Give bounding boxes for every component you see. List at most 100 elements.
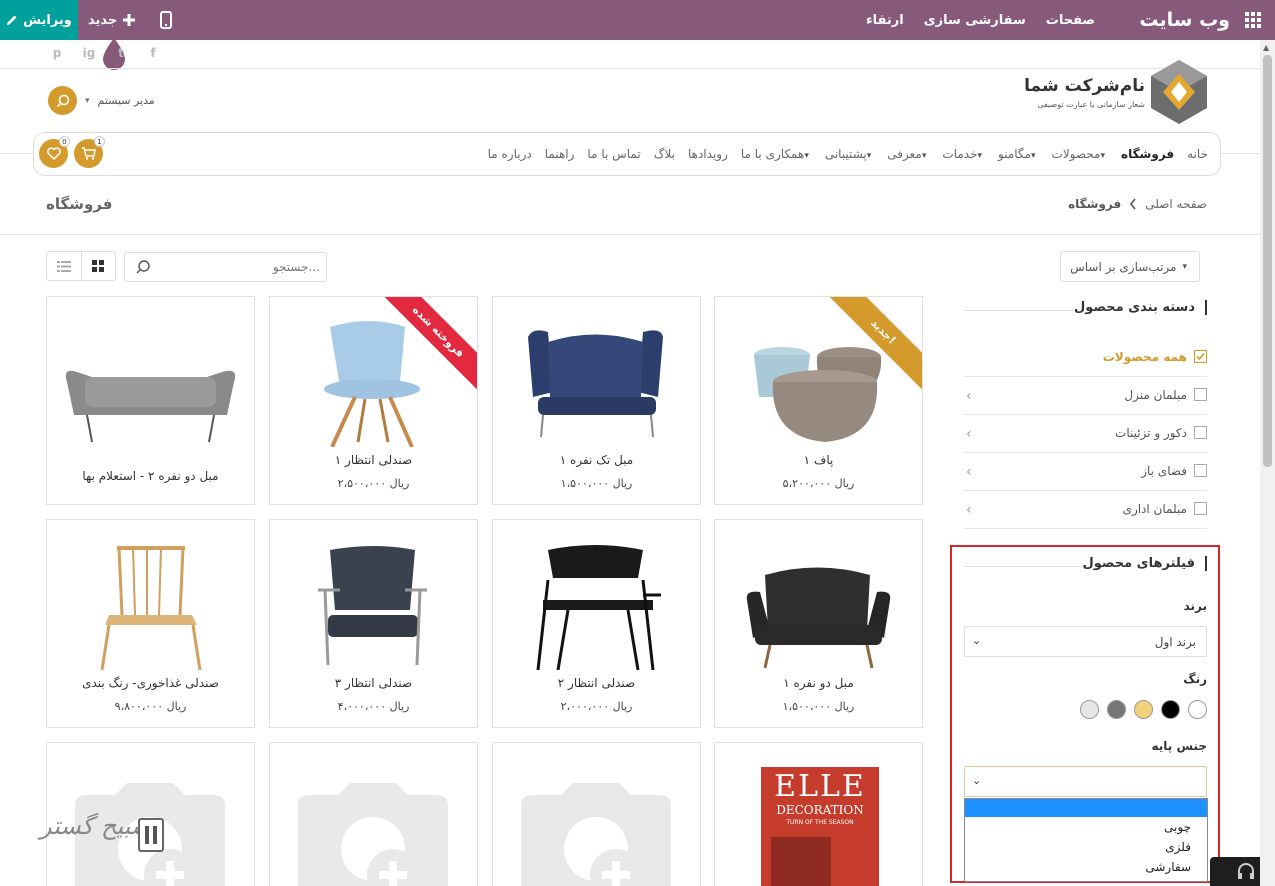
product-name[interactable]: مبل تک نفره ۱ (493, 453, 700, 467)
nav-support[interactable]: پشتیبانی (825, 147, 874, 161)
product-card[interactable]: مبل دو نفره ۱ ۱،۵۰۰،۰۰۰ ریال (714, 519, 923, 728)
nav-careers[interactable]: همکاری با ما (741, 147, 812, 161)
category-checkbox[interactable] (1194, 502, 1207, 515)
scrollbar-thumb[interactable] (1263, 55, 1272, 467)
category-checkbox[interactable] (1194, 426, 1207, 439)
nav-contact[interactable]: تماس با ما (587, 147, 640, 161)
twitter-icon[interactable]: t (114, 46, 128, 60)
nav-intro[interactable]: معرفی (887, 147, 929, 161)
color-swatch[interactable] (1161, 700, 1180, 719)
nav-blog[interactable]: بلاگ (654, 147, 675, 161)
company-logo[interactable]: نام‌شرکت شما شعار سازمانی یا عبارت توصیف… (1024, 60, 1207, 124)
category-item[interactable]: همه محصولات (964, 339, 1207, 377)
color-label: رنگ (1183, 672, 1207, 686)
cart-button[interactable]: 1 (74, 136, 105, 168)
product-card[interactable]: صندلی غذاخوری- رنگ بندی ۹،۸۰۰،۰۰۰ ریال (46, 519, 255, 728)
search-icon[interactable] (135, 259, 151, 275)
product-card[interactable]: جدید! پاف ۱ ۵،۲۰۰،۰۰۰ ریال (714, 296, 923, 505)
menu-upgrade[interactable]: ارتقاء (866, 13, 904, 28)
chevron-left-icon[interactable]: ‹ (966, 426, 972, 442)
product-name[interactable]: مبل دو نفره ۱ (715, 676, 922, 690)
product-name[interactable]: صندلی غذاخوری- رنگ بندی (47, 676, 254, 690)
category-label[interactable]: دکور و تزئینات (1115, 426, 1187, 440)
grid-view-button[interactable] (80, 252, 116, 280)
category-item[interactable]: مبلمان اداری ‹ (964, 491, 1207, 529)
dropdown-option[interactable]: سفارشی (965, 857, 1207, 877)
chevron-left-icon[interactable]: ‹ (966, 502, 972, 518)
product-card[interactable]: ELLE DECORATION TURN OF THE SEASON (714, 742, 923, 886)
new-button[interactable]: جدید (88, 0, 136, 40)
page-scrollbar[interactable]: ▲ (1260, 40, 1275, 886)
product-card[interactable]: صندلی انتظار ۳ ۴،۰۰۰،۰۰۰ ریال (269, 519, 478, 728)
product-card[interactable] (269, 742, 478, 886)
chat-widget[interactable] (1210, 857, 1260, 886)
dropdown-option[interactable]: فلزی (965, 837, 1207, 857)
category-label[interactable]: فضای باز (1141, 464, 1187, 478)
chevron-down-icon: ⌄ (972, 634, 982, 647)
chevron-left-icon (1130, 198, 1136, 210)
product-card[interactable]: مبل دو نفره ۲ - استعلام بها (46, 296, 255, 505)
color-swatch[interactable] (1107, 700, 1126, 719)
instagram-icon[interactable]: ig (82, 46, 96, 60)
chevron-left-icon[interactable]: ‹ (966, 388, 972, 404)
category-label[interactable]: همه محصولات (1103, 350, 1187, 364)
search-input[interactable] (155, 257, 320, 277)
nav-help[interactable]: راهنما (545, 147, 575, 161)
edit-button[interactable]: ویرایش (0, 0, 78, 40)
base-material-select[interactable]: ⌄ (964, 766, 1207, 797)
menu-customize[interactable]: سفارشی سازی (924, 13, 1026, 28)
category-checkbox[interactable] (1194, 388, 1207, 401)
nav-about[interactable]: درباره ما (488, 147, 532, 161)
breadcrumb-divider (0, 234, 1260, 235)
nav-events[interactable]: رویدادها (688, 147, 728, 161)
scroll-up-icon[interactable]: ▲ (1263, 43, 1269, 52)
category-item[interactable]: مبلمان منزل ‹ (964, 377, 1207, 415)
product-name[interactable]: صندلی انتظار ۳ (270, 676, 477, 690)
category-checkbox[interactable] (1194, 464, 1207, 477)
product-name[interactable]: مبل دو نفره ۲ - استعلام بها (47, 469, 254, 483)
dropdown-option[interactable]: چوبی (965, 817, 1207, 837)
pinterest-icon[interactable]: p (50, 46, 64, 60)
brand-select[interactable]: ⌄ برند اول (964, 626, 1207, 657)
topbar-menu: صفحات سفارشی سازی ارتقاء (866, 0, 1095, 40)
dropdown-option-empty[interactable] (965, 799, 1207, 817)
brand-label: برند (1183, 599, 1207, 613)
product-card[interactable]: صندلی انتظار ۲ ۲،۰۰۰،۰۰۰ ریال (492, 519, 701, 728)
apps-grid-icon[interactable] (1245, 12, 1261, 28)
category-label[interactable]: مبلمان منزل (1124, 388, 1187, 402)
chevron-left-icon[interactable]: ‹ (966, 464, 972, 480)
color-swatch[interactable] (1188, 700, 1207, 719)
user-menu[interactable]: ▾ مدیر سیستم (48, 86, 155, 115)
list-view-button[interactable] (47, 252, 81, 280)
category-label[interactable]: مبلمان اداری (1123, 502, 1187, 516)
facebook-icon[interactable]: f (146, 46, 160, 60)
nav-shop[interactable]: فروشگاه (1121, 147, 1174, 161)
image-placeholder-icon (521, 783, 671, 886)
nav-megamenu[interactable]: مگامنو (998, 147, 1039, 161)
product-card[interactable] (492, 742, 701, 886)
category-checkbox[interactable] (1194, 350, 1207, 363)
mobile-preview-icon[interactable] (160, 11, 172, 29)
pencil-icon (7, 15, 17, 25)
magazine-title: ELLE (774, 769, 866, 804)
product-name[interactable]: پاف ۱ (715, 453, 922, 467)
product-name[interactable]: صندلی انتظار ۲ (493, 676, 700, 690)
category-item[interactable]: فضای باز ‹ (964, 453, 1207, 491)
nav-home[interactable]: خانه (1187, 147, 1208, 161)
category-item[interactable]: دکور و تزئینات ‹ (964, 415, 1207, 453)
nav-services[interactable]: خدمات (942, 147, 985, 161)
app-brand[interactable]: وب سایت (1139, 0, 1230, 40)
color-swatch[interactable] (1080, 700, 1099, 719)
breadcrumb-home[interactable]: صفحه اصلی (1145, 197, 1207, 211)
product-name[interactable]: صندلی انتظار ۱ (270, 453, 477, 467)
product-image (65, 370, 236, 443)
color-swatch[interactable] (1134, 700, 1153, 719)
menu-pages[interactable]: صفحات (1046, 13, 1095, 28)
nav-products[interactable]: محصولات (1052, 147, 1108, 161)
product-card[interactable]: فروخته شده صندلی انتظار ۱ ۲،۵۰۰،۰۰۰ ریال (269, 296, 478, 505)
wishlist-button[interactable]: 0 (39, 136, 70, 168)
user-name[interactable]: مدیر سیستم (98, 94, 155, 107)
search-toggle[interactable] (48, 86, 77, 115)
product-card[interactable]: مبل تک نفره ۱ ۱،۵۰۰،۰۰۰ ریال (492, 296, 701, 505)
sort-dropdown[interactable]: مرتب‌سازی بر اساس ▾ (1060, 251, 1200, 282)
